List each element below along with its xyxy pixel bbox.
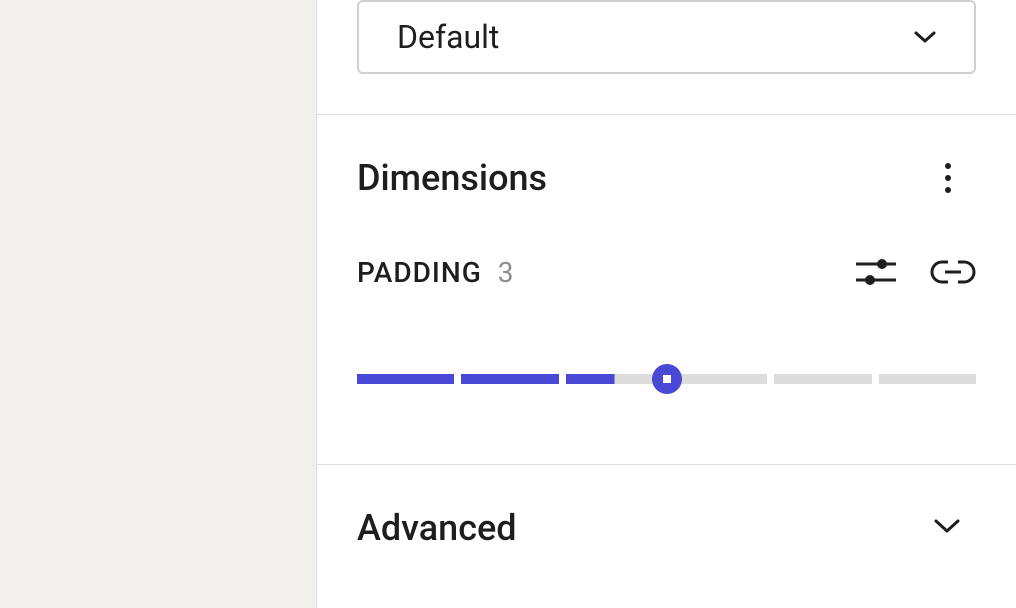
style-section: Default <box>317 0 1016 115</box>
slider-segment <box>357 374 454 384</box>
chevron-down-icon <box>914 26 936 48</box>
sliders-icon[interactable] <box>856 255 896 289</box>
inspector-panel: Default Dimensions PADDING 3 <box>316 0 1016 608</box>
canvas-area <box>0 0 316 608</box>
slider-thumb[interactable] <box>652 364 682 394</box>
padding-value: 3 <box>498 256 514 289</box>
advanced-title: Advanced <box>357 507 517 549</box>
style-select[interactable]: Default <box>357 0 976 74</box>
padding-label: PADDING <box>357 256 482 289</box>
dimensions-section: Dimensions PADDING 3 <box>317 115 1016 465</box>
slider-segment <box>670 374 767 384</box>
dimensions-title: Dimensions <box>357 157 547 199</box>
padding-row: PADDING 3 <box>357 255 976 289</box>
more-options-icon[interactable] <box>936 160 960 196</box>
slider-segment <box>461 374 558 384</box>
padding-slider[interactable] <box>357 369 976 389</box>
link-icon[interactable] <box>930 257 976 287</box>
advanced-toggle[interactable]: Advanced <box>357 507 976 549</box>
slider-segment <box>774 374 871 384</box>
padding-controls <box>856 255 976 289</box>
padding-label-group: PADDING 3 <box>357 256 514 289</box>
advanced-section: Advanced <box>317 465 1016 591</box>
slider-segment <box>879 374 976 384</box>
style-select-value: Default <box>397 18 499 56</box>
chevron-down-icon <box>934 518 960 538</box>
slider-segment <box>566 374 663 384</box>
dimensions-header: Dimensions <box>357 157 976 199</box>
